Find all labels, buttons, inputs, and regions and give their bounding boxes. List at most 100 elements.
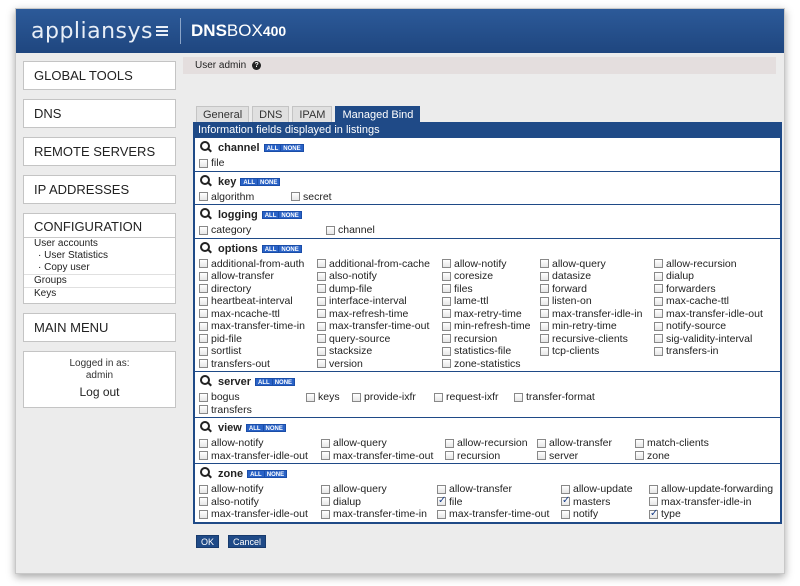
- checkbox-box[interactable]: [321, 451, 330, 461]
- sidebar-main-menu[interactable]: MAIN MENU: [23, 313, 176, 342]
- checkbox-box[interactable]: [317, 259, 326, 269]
- checkbox-box[interactable]: [654, 271, 663, 281]
- checkbox-box[interactable]: [199, 284, 208, 294]
- tab-dns[interactable]: DNS: [252, 106, 290, 122]
- checkbox-box[interactable]: [199, 359, 208, 369]
- checkbox-box[interactable]: [442, 259, 451, 269]
- checkbox-box[interactable]: [199, 346, 208, 356]
- field-max-refresh-time-checkbox[interactable]: max-refresh-time: [317, 308, 442, 321]
- field-max-transfer-idle-in-checkbox[interactable]: max-transfer-idle-in: [649, 496, 776, 509]
- field-version-checkbox[interactable]: version: [317, 358, 442, 371]
- checkbox-box[interactable]: [317, 334, 326, 344]
- checkbox-box[interactable]: [540, 309, 549, 319]
- checkbox-box[interactable]: [654, 309, 663, 319]
- checkbox-box[interactable]: [654, 346, 663, 356]
- select-all-button[interactable]: ALL: [245, 424, 264, 432]
- field-zone-statistics-checkbox[interactable]: zone-statistics: [442, 358, 540, 371]
- checkbox-box[interactable]: [442, 359, 451, 369]
- field-allow-query-checkbox[interactable]: allow-query: [540, 258, 654, 271]
- checkbox-box[interactable]: [649, 484, 658, 494]
- checkbox-box[interactable]: [199, 259, 208, 269]
- select-none-button[interactable]: NONE: [258, 177, 281, 186]
- config-item-user-statistics[interactable]: · User Statistics: [24, 250, 175, 262]
- field-server-checkbox[interactable]: server: [537, 450, 635, 463]
- field-allow-update-checkbox[interactable]: allow-update: [561, 483, 649, 496]
- field-min-refresh-time-checkbox[interactable]: min-refresh-time: [442, 320, 540, 333]
- field-datasize-checkbox[interactable]: datasize: [540, 270, 654, 283]
- checkbox-box[interactable]: [199, 497, 208, 507]
- remote-servers-link[interactable]: REMOTE SERVERS: [24, 138, 175, 165]
- field-max-transfer-idle-out-checkbox[interactable]: max-transfer-idle-out: [654, 308, 776, 321]
- field-query-source-checkbox[interactable]: query-source: [317, 333, 442, 346]
- field-max-transfer-idle-out-checkbox[interactable]: max-transfer-idle-out: [199, 508, 321, 521]
- checkbox-box[interactable]: [317, 359, 326, 369]
- field-additional-from-cache-checkbox[interactable]: additional-from-cache: [317, 258, 442, 271]
- field-max-transfer-time-in-checkbox[interactable]: max-transfer-time-in: [321, 508, 437, 521]
- checkbox-box[interactable]: [199, 509, 208, 519]
- field-allow-update-forwarding-checkbox[interactable]: allow-update-forwarding: [649, 483, 776, 496]
- field-allow-notify-checkbox[interactable]: allow-notify: [199, 483, 321, 496]
- checkbox-box[interactable]: [317, 309, 326, 319]
- select-none-button[interactable]: NONE: [281, 144, 304, 152]
- checkbox-box[interactable]: [540, 284, 549, 294]
- field-interface-interval-checkbox[interactable]: interface-interval: [317, 295, 442, 308]
- field-category-checkbox[interactable]: category: [199, 224, 326, 237]
- field-provide-ixfr-checkbox[interactable]: provide-ixfr: [352, 391, 434, 404]
- checkbox-box[interactable]: [561, 496, 570, 507]
- field-sortlist-checkbox[interactable]: sortlist: [199, 345, 317, 358]
- checkbox-box[interactable]: [561, 484, 570, 494]
- checkbox-box[interactable]: [445, 451, 454, 461]
- checkbox-box[interactable]: [649, 508, 658, 519]
- field-statistics-file-checkbox[interactable]: statistics-file: [442, 345, 540, 358]
- config-item-groups[interactable]: Groups: [24, 274, 175, 287]
- checkbox-box[interactable]: [199, 225, 208, 235]
- cancel-button[interactable]: Cancel: [228, 534, 267, 548]
- checkbox-box[interactable]: [540, 346, 549, 356]
- field-match-clients-checkbox[interactable]: match-clients: [635, 437, 776, 450]
- checkbox-box[interactable]: [199, 484, 208, 494]
- checkbox-box[interactable]: [540, 271, 549, 281]
- sidebar-global-tools[interactable]: GLOBAL TOOLS: [23, 61, 176, 90]
- checkbox-box[interactable]: [445, 438, 454, 448]
- checkbox-box[interactable]: [654, 296, 663, 306]
- checkbox-box[interactable]: [540, 334, 549, 344]
- checkbox-box[interactable]: [635, 438, 644, 448]
- field-min-retry-time-checkbox[interactable]: min-retry-time: [540, 320, 654, 333]
- checkbox-box[interactable]: [291, 192, 300, 202]
- field-directory-checkbox[interactable]: directory: [199, 283, 317, 296]
- checkbox-box[interactable]: [199, 451, 208, 461]
- checkbox-box[interactable]: [199, 321, 208, 331]
- tab-general[interactable]: General: [196, 106, 250, 122]
- checkbox-box[interactable]: [442, 346, 451, 356]
- global-tools-link[interactable]: GLOBAL TOOLS: [24, 62, 175, 89]
- checkbox-box[interactable]: [306, 392, 315, 402]
- checkbox-box[interactable]: [649, 497, 658, 507]
- field-secret-checkbox[interactable]: secret: [291, 191, 776, 204]
- checkbox-box[interactable]: [199, 192, 208, 202]
- field-masters-checkbox[interactable]: masters: [561, 496, 649, 509]
- checkbox-box[interactable]: [654, 321, 663, 331]
- checkbox-box[interactable]: [442, 296, 451, 306]
- field-transfers-out-checkbox[interactable]: transfers-out: [199, 358, 317, 371]
- checkbox-box[interactable]: [537, 438, 546, 448]
- field-allow-notify-checkbox[interactable]: allow-notify: [199, 437, 321, 450]
- field-lame-ttl-checkbox[interactable]: lame-ttl: [442, 295, 540, 308]
- field-file-checkbox[interactable]: file: [437, 496, 561, 509]
- field-max-transfer-time-in-checkbox[interactable]: max-transfer-time-in: [199, 320, 317, 333]
- field-coresize-checkbox[interactable]: coresize: [442, 270, 540, 283]
- field-notify-source-checkbox[interactable]: notify-source: [654, 320, 776, 333]
- checkbox-box[interactable]: [561, 509, 570, 519]
- checkbox-box[interactable]: [442, 271, 451, 281]
- field-max-retry-time-checkbox[interactable]: max-retry-time: [442, 308, 540, 321]
- field-allow-transfer-checkbox[interactable]: allow-transfer: [437, 483, 561, 496]
- field-max-transfer-time-out-checkbox[interactable]: max-transfer-time-out: [321, 450, 445, 463]
- checkbox-box[interactable]: [540, 259, 549, 269]
- field-allow-notify-checkbox[interactable]: allow-notify: [442, 258, 540, 271]
- field-transfer-format-checkbox[interactable]: transfer-format: [514, 391, 776, 404]
- checkbox-box[interactable]: [654, 334, 663, 344]
- select-none-button[interactable]: NONE: [264, 470, 288, 478]
- checkbox-box[interactable]: [199, 296, 208, 306]
- field-forwarders-checkbox[interactable]: forwarders: [654, 283, 776, 296]
- select-all-button[interactable]: ALL: [263, 144, 282, 152]
- checkbox-box[interactable]: [317, 271, 326, 281]
